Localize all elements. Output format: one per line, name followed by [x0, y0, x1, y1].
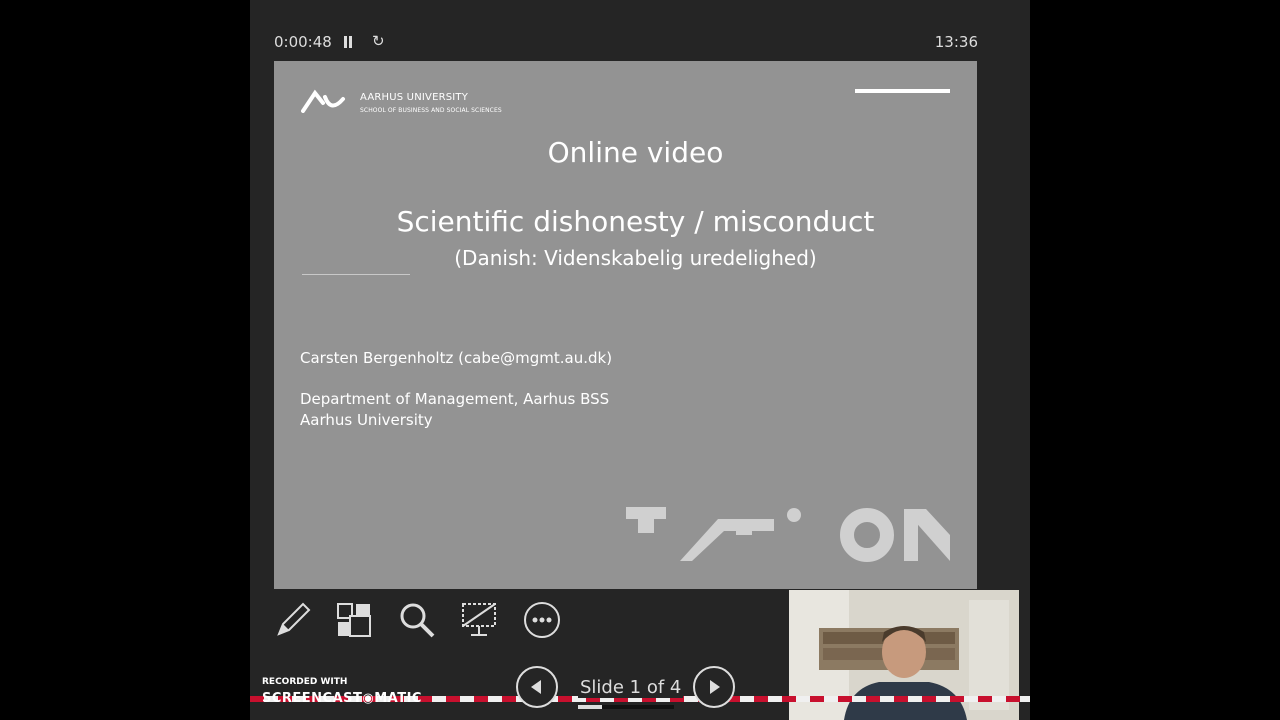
decorative-bar — [855, 89, 950, 93]
slide-overview-icon[interactable] — [334, 600, 374, 640]
screen-toggle-icon[interactable] — [459, 600, 499, 640]
slide-counter: Slide 1 of 4 — [578, 677, 684, 698]
current-slide: AARHUS UNIVERSITY SCHOOL OF BUSINESS AND… — [274, 61, 977, 589]
restart-timer-icon[interactable]: ↻ — [372, 32, 385, 50]
university-line: Aarhus University — [300, 411, 433, 429]
pen-tool-icon[interactable] — [273, 600, 313, 640]
watermark-recorded-with: RECORDED WITH — [262, 677, 348, 687]
slide-progress-track — [578, 705, 674, 709]
next-slide-button[interactable] — [693, 666, 735, 708]
author-line: Carsten Bergenholtz (cabe@mgmt.au.dk) — [300, 349, 613, 367]
slide-title: Online video — [547, 136, 724, 169]
clock: 13:36 — [934, 33, 978, 51]
au-logo-icon — [301, 89, 345, 113]
school-name: SCHOOL OF BUSINESS AND SOCIAL SCIENCES — [360, 107, 502, 114]
previous-slide-button[interactable] — [516, 666, 558, 708]
watermark-brand: SCREENCAST◉MATIC — [262, 691, 422, 706]
department-line: Department of Management, Aarhus BSS — [300, 390, 610, 408]
slide-subtitle: Scientific dishonesty / misconduct — [396, 205, 875, 238]
decorative-graphic-icon — [626, 507, 950, 562]
elapsed-timer: 0:00:48 — [274, 33, 332, 51]
zoom-icon[interactable] — [397, 600, 437, 640]
slide-progress-fill — [578, 705, 602, 709]
divider-line — [302, 274, 410, 275]
chevron-left-icon — [531, 680, 541, 694]
chevron-right-icon — [710, 680, 720, 694]
more-options-icon[interactable] — [522, 600, 562, 640]
slide-subtitle-translation: (Danish: Videnskabelig uredelighed) — [454, 246, 817, 270]
university-name: AARHUS UNIVERSITY — [360, 92, 469, 103]
pause-icon[interactable] — [342, 36, 354, 49]
